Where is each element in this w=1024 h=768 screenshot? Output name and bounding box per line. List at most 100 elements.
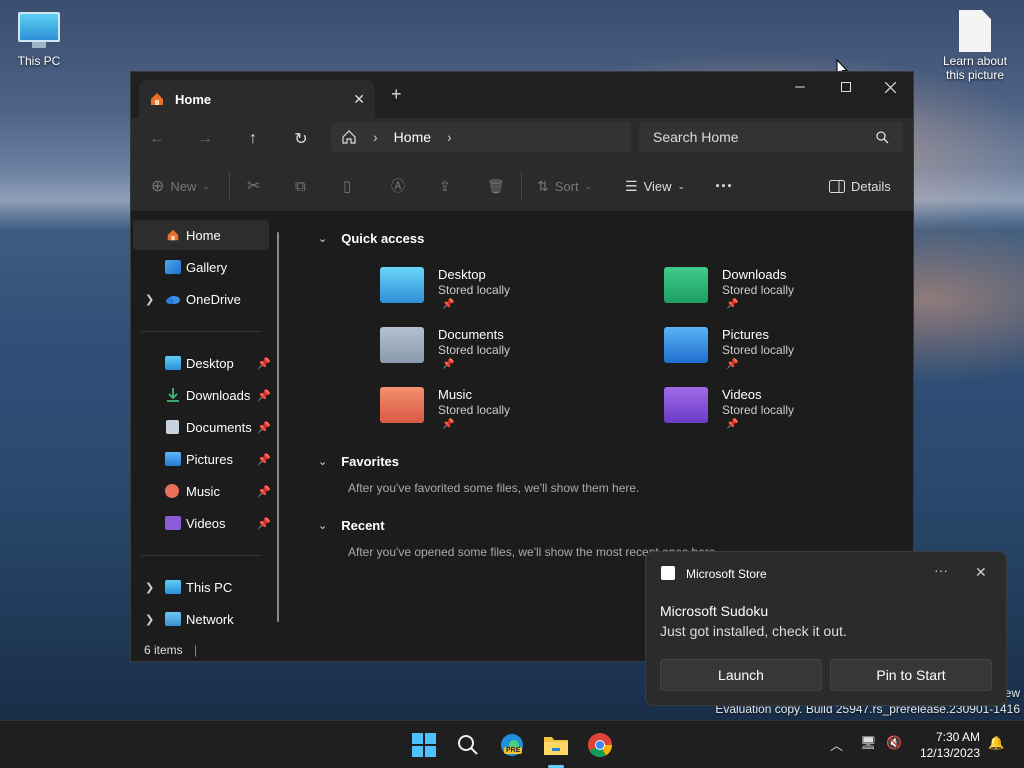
quick-access-desktop[interactable]: Desktop Stored locally 📌: [380, 267, 630, 323]
search-icon: [876, 130, 889, 143]
chevron-right-icon[interactable]: ❯: [145, 293, 154, 306]
file-explorer-button[interactable]: [540, 729, 572, 761]
sidebar-item-videos[interactable]: Videos 📌: [133, 508, 271, 538]
tab-title: Home: [175, 91, 212, 107]
back-button[interactable]: ←: [143, 126, 171, 152]
view-button[interactable]: ☰ View ⌄: [625, 174, 685, 198]
notification-bell-icon[interactable]: 🔔: [988, 735, 1004, 751]
pin-icon: 📌: [726, 359, 739, 370]
clipboard-icon: ▯: [343, 178, 352, 195]
gallery-icon: [165, 260, 181, 274]
chevron-right-icon[interactable]: ❯: [145, 581, 154, 594]
sidebar-item-pictures[interactable]: Pictures 📌: [133, 444, 271, 474]
sort-button[interactable]: ⇅ Sort ⌄: [537, 174, 592, 198]
sidebar-item-home[interactable]: Home: [133, 220, 269, 250]
close-tab-icon[interactable]: ✕: [353, 91, 365, 108]
close-icon[interactable]: ✕: [975, 564, 987, 581]
network-icon[interactable]: 🖥: [860, 735, 877, 751]
copy-button[interactable]: ⧉: [295, 174, 306, 198]
home-icon: [167, 229, 179, 241]
title-bar: Home ✕ +: [131, 72, 913, 118]
new-button[interactable]: ⊕ New ⌄: [151, 174, 210, 198]
cut-button[interactable]: ✂: [247, 174, 260, 198]
search-button[interactable]: [452, 729, 484, 761]
desktop-icon-label: This PC: [17, 54, 61, 68]
quick-access-downloads[interactable]: Downloads Stored locally 📌: [664, 267, 914, 323]
new-tab-button[interactable]: +: [391, 84, 402, 105]
rename-button[interactable]: Ⓐ: [391, 174, 405, 198]
sidebar-item-gallery[interactable]: Gallery: [133, 252, 269, 282]
share-icon: ⇪: [439, 177, 451, 194]
copy-icon: ⧉: [295, 177, 306, 195]
pin-icon[interactable]: 📌: [257, 357, 271, 370]
pin-icon[interactable]: 📌: [257, 421, 271, 434]
quick-access-pictures[interactable]: Pictures Stored locally 📌: [664, 327, 914, 383]
maximize-button[interactable]: [823, 72, 869, 102]
windows-logo-icon: [412, 733, 436, 757]
favorites-empty-message: After you've favorited some files, we'll…: [348, 481, 640, 495]
sidebar-scrollbar[interactable]: [277, 232, 279, 622]
details-button[interactable]: Details: [829, 174, 891, 198]
chrome-button[interactable]: [584, 729, 616, 761]
quick-access-videos[interactable]: Videos Stored locally 📌: [664, 387, 914, 443]
address-bar[interactable]: › Home ›: [331, 122, 631, 152]
search-input[interactable]: Search Home: [653, 129, 739, 145]
sidebar-item-this-pc[interactable]: ❯ This PC: [133, 572, 269, 602]
video-icon: [165, 516, 181, 530]
videos-folder-icon: [664, 387, 708, 423]
close-window-button[interactable]: [867, 72, 913, 102]
sidebar-item-onedrive[interactable]: ❯ OneDrive: [133, 284, 269, 314]
clock[interactable]: 7:30 AM 12/13/2023: [912, 729, 980, 761]
microsoft-store-icon: [661, 566, 675, 580]
toast-app-name: Microsoft Store: [686, 567, 767, 581]
show-hidden-icons-button[interactable]: ︿: [830, 735, 843, 754]
more-dots-icon[interactable]: ···: [934, 562, 948, 578]
volume-muted-icon[interactable]: 🔇: [886, 735, 902, 751]
command-bar: ⊕ New ⌄ ✂ ⧉ ▯ Ⓐ ⇪ 🗑 ⇅ Sort ⌄ ☰ View ⌄ ··…: [131, 160, 913, 212]
edge-preview-button[interactable]: PRE: [496, 729, 528, 761]
toast-body: Just got installed, check it out.: [660, 623, 847, 639]
pin-icon[interactable]: 📌: [257, 517, 271, 530]
pin-icon: 📌: [442, 299, 455, 310]
chevron-right-icon[interactable]: ❯: [145, 613, 154, 626]
clock-time: 7:30 AM: [935, 730, 980, 744]
quick-access-documents[interactable]: Documents Stored locally 📌: [380, 327, 630, 383]
sidebar-item-documents[interactable]: Documents 📌: [133, 412, 271, 442]
search-box[interactable]: Search Home: [639, 122, 903, 152]
sidebar-item-desktop[interactable]: Desktop 📌: [133, 348, 271, 378]
notification-toast[interactable]: Microsoft Store ··· ✕ Microsoft Sudoku J…: [645, 551, 1007, 706]
pin-icon[interactable]: 📌: [257, 389, 271, 402]
forward-button[interactable]: →: [191, 126, 219, 152]
quick-access-music[interactable]: Music Stored locally 📌: [380, 387, 630, 443]
sidebar-item-network[interactable]: ❯ Network: [133, 604, 269, 634]
sidebar-item-downloads[interactable]: Downloads 📌: [133, 380, 271, 410]
chevron-down-icon: ⌄: [318, 456, 328, 468]
desktop-icon-this-pc[interactable]: This PC: [4, 12, 74, 68]
pin-icon: 📌: [726, 299, 739, 310]
start-button[interactable]: [408, 729, 440, 761]
desktop-folder-icon: [380, 267, 424, 303]
delete-button[interactable]: 🗑: [487, 174, 505, 198]
section-recent[interactable]: ⌄ Recent: [318, 518, 385, 533]
launch-button[interactable]: Launch: [660, 659, 822, 691]
paste-button[interactable]: ▯: [343, 174, 351, 198]
chrome-icon: [588, 733, 612, 758]
minimize-button[interactable]: [777, 72, 823, 102]
pin-to-start-button[interactable]: Pin to Start: [830, 659, 992, 691]
share-button[interactable]: ⇪: [439, 174, 451, 198]
chevron-right-icon[interactable]: ›: [447, 129, 452, 145]
refresh-button[interactable]: ↻: [287, 126, 315, 152]
pin-icon[interactable]: 📌: [257, 485, 271, 498]
breadcrumb-home[interactable]: Home: [394, 129, 431, 145]
pin-icon[interactable]: 📌: [257, 453, 271, 466]
desktop-icon-learn-picture[interactable]: Learn about this picture: [940, 10, 1010, 82]
tab-home[interactable]: Home ✕: [139, 80, 375, 118]
section-favorites[interactable]: ⌄ Favorites: [318, 454, 399, 469]
sort-icon: ⇅: [537, 177, 549, 194]
more-options-button[interactable]: ···: [715, 174, 733, 198]
taskbar: PRE ︿ 🖥 🔇 7:30 AM 12/13/2023 🔔: [0, 720, 1024, 768]
section-quick-access[interactable]: ⌄ Quick access: [318, 231, 424, 246]
sidebar-item-music[interactable]: Music 📌: [133, 476, 271, 506]
chevron-right-icon: ›: [373, 129, 378, 145]
up-button[interactable]: ↑: [239, 126, 267, 152]
